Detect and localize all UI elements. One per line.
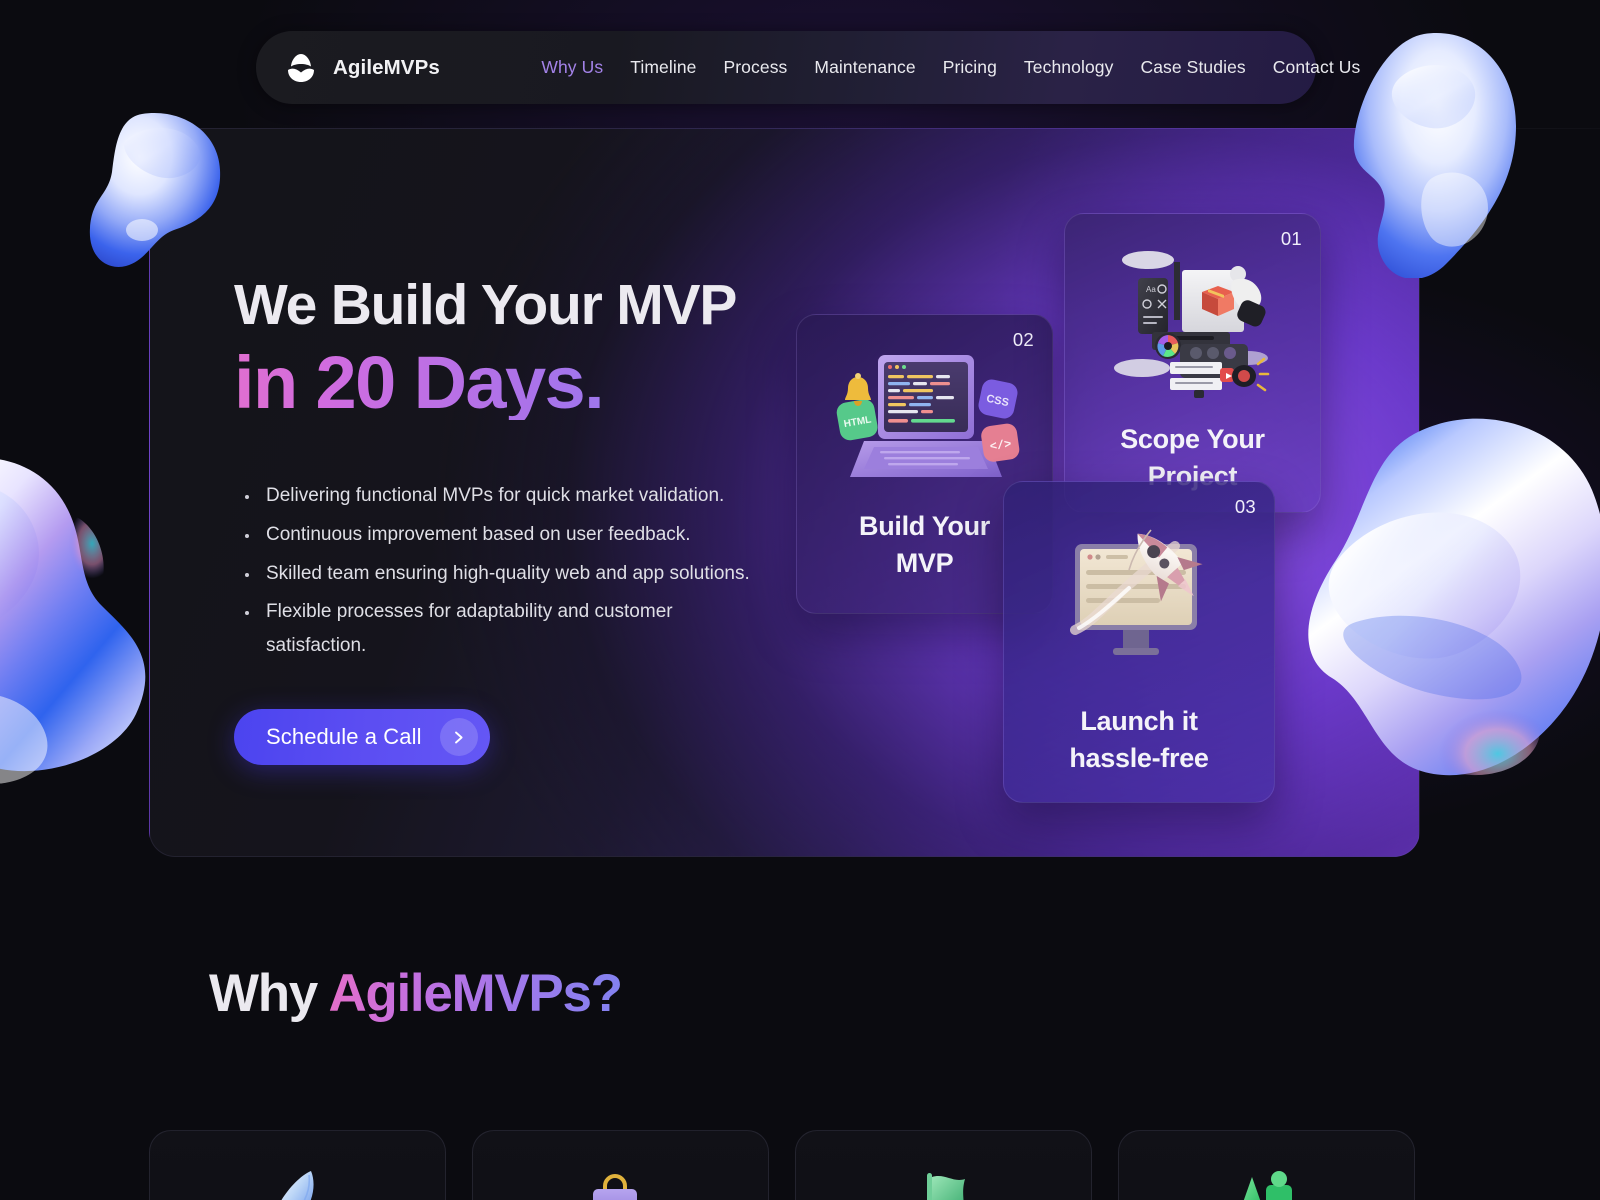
briefcase-3d-icon	[583, 1167, 659, 1200]
nav-item-maintenance[interactable]: Maintenance	[801, 57, 929, 78]
nav-links: Why Us Timeline Process Maintenance Pric…	[528, 57, 1374, 78]
step-card-number: 02	[1012, 329, 1034, 350]
nav-item-technology[interactable]: Technology	[1010, 57, 1127, 78]
feather-3d-icon	[267, 1167, 329, 1200]
feature-card[interactable]	[472, 1130, 769, 1200]
nav-item-case-studies[interactable]: Case Studies	[1127, 57, 1259, 78]
list-item: Delivering functional MVPs for quick mar…	[260, 479, 770, 513]
svg-text:</>: </>	[989, 437, 1012, 454]
step-card-title: Launch it hassle-free	[1069, 706, 1209, 773]
nav-item-process[interactable]: Process	[710, 57, 801, 78]
chevron-right-icon	[439, 718, 478, 756]
feature-card-row	[149, 1130, 1419, 1200]
svg-text:Aa: Aa	[1146, 285, 1156, 294]
list-item: Skilled team ensuring high-quality web a…	[260, 557, 770, 591]
green-flag-3d-icon	[913, 1167, 975, 1200]
hero-panel: We Build Your MVP in 20 Days. Delivering…	[149, 128, 1420, 857]
hero-heading-line-2: in 20 Days.	[234, 346, 834, 420]
page-title-why-agilemvps: Why AgileMVPs?	[209, 963, 623, 1024]
nav-item-pricing[interactable]: Pricing	[929, 57, 1010, 78]
list-item: Continuous improvement based on user fee…	[260, 518, 770, 552]
laptop-code-3d-icon: HTML CSS </>	[830, 349, 1020, 504]
schedule-a-call-button[interactable]: Schedule a Call	[234, 709, 490, 765]
nav-item-why-us[interactable]: Why Us	[528, 57, 617, 78]
nav-item-contact-us[interactable]: Contact Us	[1259, 57, 1374, 78]
page-root: We Build Your MVP in 20 Days. Delivering…	[0, 0, 1600, 1200]
schedule-a-call-label: Schedule a Call	[266, 724, 422, 749]
list-item: Flexible processes for adaptability and …	[260, 595, 770, 663]
step-card-number: 01	[1280, 228, 1302, 249]
step-card-launch-it-hassle-free[interactable]: 03 Launch it hassle-free	[1003, 481, 1275, 803]
hero-bullet-list: Delivering functional MVPs for quick mar…	[260, 479, 770, 668]
feature-card[interactable]	[1118, 1130, 1415, 1200]
hero-heading-line-1: We Build Your MVP	[234, 273, 737, 337]
feature-card[interactable]	[149, 1130, 446, 1200]
design-tools-3d-icon: Aa	[1108, 240, 1278, 420]
rocket-monitor-3d-icon	[1059, 516, 1219, 671]
step-card-scope-your-project[interactable]: 01 Aa Scope Your Project	[1064, 213, 1321, 513]
top-navigation-bar: AgileMVPs Why Us Timeline Process Mainte…	[256, 31, 1360, 104]
brand-logo[interactable]: AgileMVPs	[256, 49, 440, 87]
why-text: Why	[209, 964, 329, 1023]
step-card-number: 03	[1234, 496, 1256, 517]
agile-a-mark-icon	[282, 49, 320, 87]
feature-card[interactable]	[795, 1130, 1092, 1200]
green-shapes-3d-icon	[1232, 1167, 1302, 1200]
nav-item-timeline[interactable]: Timeline	[617, 57, 710, 78]
brand-name: AgileMVPs	[333, 55, 440, 79]
agilemvps-accent-text: AgileMVPs?	[328, 964, 623, 1023]
